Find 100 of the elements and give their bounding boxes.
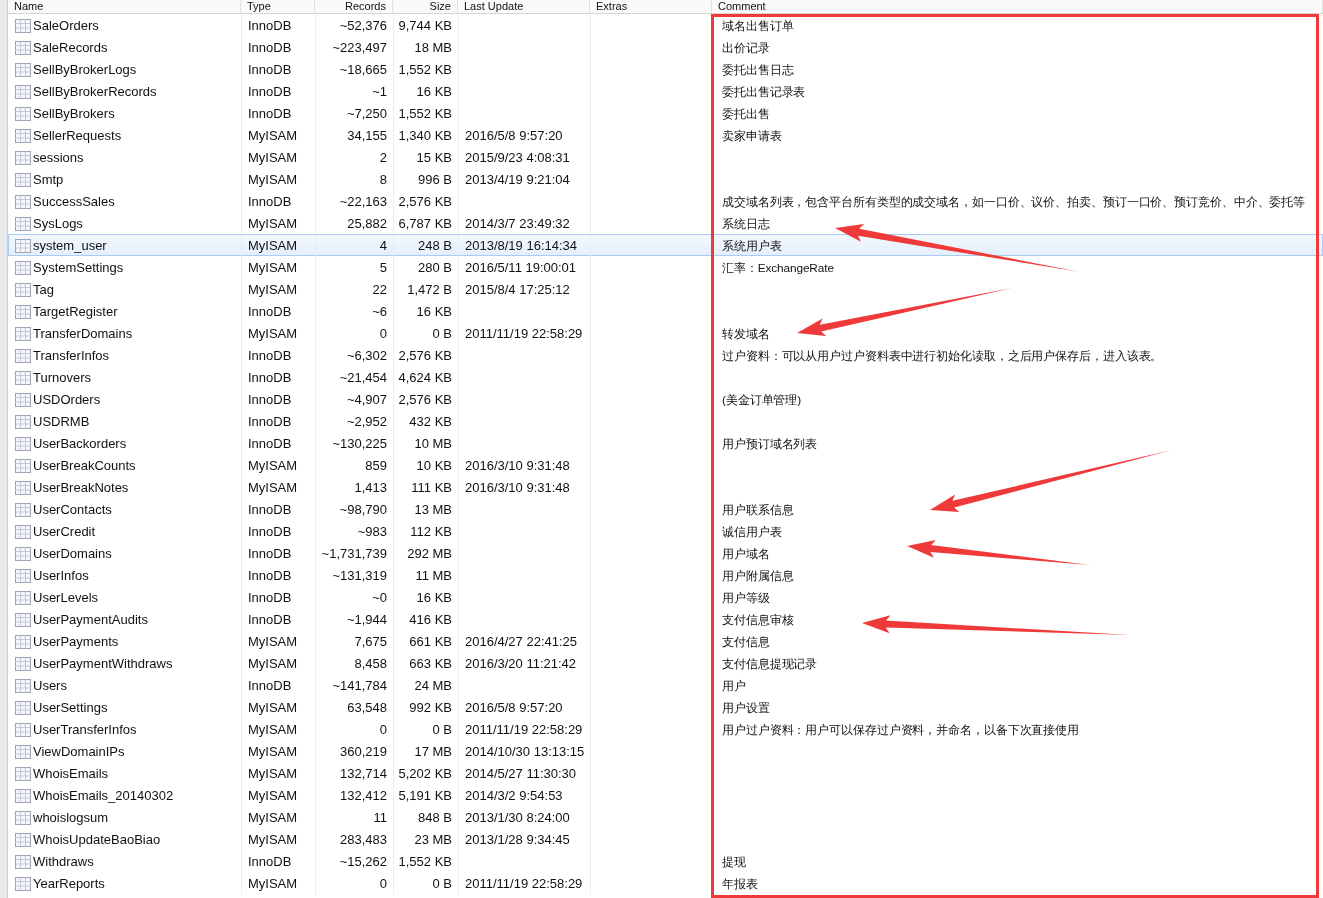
table-cell-text: 0 — [379, 721, 387, 739]
column-header[interactable]: Size — [393, 0, 458, 13]
table-grid-icon — [15, 789, 31, 803]
table-cell-text: 360,219 — [340, 743, 387, 761]
table-row[interactable]: UserCredit InnoDB ~983 112 KB 诚信用户表 — [8, 520, 1323, 542]
table-cell-text: 2011/11/19 22:58:29 — [465, 721, 583, 739]
table-row[interactable]: SystemSettings MyISAM 5 280 B 2016/5/11 19:00:01 汇率：ExchangeRate — [8, 256, 1323, 278]
table-cell-text: ~98,790 — [339, 501, 387, 519]
table-row[interactable]: UserSettings MyISAM 63,548 992 KB 2016/5/8 9:57:20 用户设置 — [8, 696, 1323, 718]
table-cell-text: MyISAM — [248, 875, 298, 893]
column-header[interactable]: Extras — [590, 0, 712, 13]
table-cell-text: 1,413 — [354, 479, 387, 497]
table-cell-text: ~130,225 — [332, 435, 387, 453]
column-header[interactable]: Records — [315, 0, 393, 13]
table-row[interactable]: UserLevels InnoDB ~0 16 KB 用户等级 — [8, 586, 1323, 608]
table-row[interactable]: UserTransferInfos MyISAM 0 0 B 2011/11/19 22:58:29 用户过户资料：用户可以保存过户资料，并命名，以备下次直接使用 — [8, 718, 1323, 740]
table-row[interactable]: YearReports MyISAM 0 0 B 2011/11/19 22:58:29 年报表 — [8, 872, 1323, 894]
table-cell-text: ~141,784 — [332, 677, 387, 695]
table-name: SellByBrokerLogs — [33, 61, 137, 79]
table-cell-text: 成交域名列表，包含平台所有类型的成交域名，如一口价、议价、拍卖、预订一口价、预订竞价、中介、委托等 — [722, 194, 1306, 211]
table-row[interactable]: UserInfos InnoDB ~131,319 11 MB 用户附属信息 — [8, 564, 1323, 586]
table-cell-text: 2016/3/10 9:31:48 — [465, 457, 570, 475]
column-header[interactable]: Name — [8, 0, 241, 13]
table-cell-text: InnoDB — [248, 39, 292, 57]
table-row[interactable]: USDRMB InnoDB ~2,952 432 KB — [8, 410, 1323, 432]
table-row[interactable]: UserDomains InnoDB ~1,731,739 292 MB 用户域名 — [8, 542, 1323, 564]
table-row[interactable]: UserBreakCounts MyISAM 859 10 KB 2016/3/10 9:31:48 — [8, 454, 1323, 476]
table-row[interactable]: WhoisUpdateBaoBiao MyISAM 283,483 23 MB 2013/1/28 9:34:45 — [8, 828, 1323, 850]
table-cell-text: ~21,454 — [339, 369, 387, 387]
table-grid-icon — [15, 745, 31, 759]
table-row[interactable]: UserPaymentAudits InnoDB ~1,944 416 KB 支付信息审核 — [8, 608, 1323, 630]
table-row[interactable]: whoislogsum MyISAM 11 848 B 2013/1/30 8:24:00 — [8, 806, 1323, 828]
table-name: sessions — [33, 149, 84, 167]
table-name: system_user — [33, 237, 107, 255]
table-row[interactable]: SellByBrokerRecords InnoDB ~1 16 KB 委托出售记录表 — [8, 80, 1323, 102]
table-row[interactable]: ViewDomainIPs MyISAM 360,219 17 MB 2014/10/30 13:13:15 — [8, 740, 1323, 762]
table-name: TransferInfos — [33, 347, 110, 365]
table-cell-text: 2 — [379, 149, 387, 167]
table-row[interactable]: Turnovers InnoDB ~21,454 4,624 KB — [8, 366, 1323, 388]
table-row[interactable]: Withdraws InnoDB ~15,262 1,552 KB 提现 — [8, 850, 1323, 872]
table-name: USDRMB — [33, 413, 90, 431]
table-cell-text: MyISAM — [248, 809, 298, 827]
table-cell-text: MyISAM — [248, 831, 298, 849]
table-cell-text: InnoDB — [248, 435, 292, 453]
table-cell-text: 11 MB — [415, 567, 452, 585]
table-row[interactable]: Users InnoDB ~141,784 24 MB 用户 — [8, 674, 1323, 696]
table-row[interactable]: UserContacts InnoDB ~98,790 13 MB 用户联系信息 — [8, 498, 1323, 520]
table-name: Users — [33, 677, 67, 695]
column-header[interactable]: Last Update — [458, 0, 590, 13]
table-row[interactable]: SellByBrokers InnoDB ~7,250 1,552 KB 委托出售 — [8, 102, 1323, 124]
table-row[interactable]: WhoisEmails_20140302 MyISAM 132,412 5,191 KB 2014/3/2 9:54:53 — [8, 784, 1323, 806]
table-name: UserCredit — [33, 523, 96, 541]
table-cell-text: 10 MB — [414, 435, 452, 453]
table-cell-text: 5 — [379, 259, 387, 277]
table-cell-text: 支付信息审核 — [722, 612, 794, 629]
table-row[interactable]: SaleRecords InnoDB ~223,497 18 MB 出价记录 — [8, 36, 1323, 58]
table-name: UserSettings — [33, 699, 108, 717]
table-row[interactable]: system_user MyISAM 4 248 B 2013/8/19 16:14:34 系统用户表 — [8, 234, 1323, 256]
table-name: UserDomains — [33, 545, 112, 563]
table-name: Withdraws — [33, 853, 94, 871]
table-row[interactable]: sessions MyISAM 2 15 KB 2015/9/23 4:08:31 — [8, 146, 1323, 168]
table-cell-text: 委托出售记录表 — [722, 84, 806, 101]
table-grid-icon — [15, 151, 31, 165]
table-grid-icon — [15, 349, 31, 363]
table-name: WhoisEmails_20140302 — [33, 787, 174, 805]
table-cell-text: 0 B — [432, 325, 452, 343]
column-header[interactable]: Type — [241, 0, 315, 13]
table-row[interactable]: Tag MyISAM 22 1,472 B 2015/8/4 17:25:12 — [8, 278, 1323, 300]
table-cell-text: 2016/5/11 19:00:01 — [465, 259, 577, 277]
table-cell-text: ~4,907 — [346, 391, 387, 409]
table-row[interactable]: UserPaymentWithdraws MyISAM 8,458 663 KB 2016/3/20 11:21:42 支付信息提现记录 — [8, 652, 1323, 674]
table-cell-text: ~223,497 — [332, 39, 387, 57]
table-cell-text: MyISAM — [248, 325, 298, 343]
table-row[interactable]: USDOrders InnoDB ~4,907 2,576 KB (美金订单管理) — [8, 388, 1323, 410]
table-row[interactable]: SuccessSales InnoDB ~22,163 2,576 KB 成交域名列表，包含平台所有类型的成交域名，如一口价、议价、拍卖、预订一口价、预订竞价、中介、委托等 — [8, 190, 1323, 212]
table-row[interactable]: TargetRegister InnoDB ~6 16 KB — [8, 300, 1323, 322]
table-cell-text: 23 MB — [414, 831, 452, 849]
table-cell-text: 16 KB — [416, 83, 452, 101]
table-grid-icon — [15, 393, 31, 407]
table-row[interactable]: SellByBrokerLogs InnoDB ~18,665 1,552 KB 委托出售日志 — [8, 58, 1323, 80]
table-cell-text: InnoDB — [248, 193, 292, 211]
table-row[interactable]: UserPayments MyISAM 7,675 661 KB 2016/4/27 22:41:25 支付信息 — [8, 630, 1323, 652]
table-cell-text: ~131,319 — [332, 567, 387, 585]
table-cell-text: 8 — [379, 171, 387, 189]
table-cell-text: 支付信息提现记录 — [722, 656, 818, 673]
table-row[interactable]: Smtp MyISAM 8 996 B 2013/4/19 9:21:04 — [8, 168, 1323, 190]
column-header[interactable]: Comment — [712, 0, 1323, 13]
table-row[interactable]: SellerRequests MyISAM 34,155 1,340 KB 2016/5/8 9:57:20 卖家申请表 — [8, 124, 1323, 146]
table-cell-text: 18 MB — [414, 39, 452, 57]
table-cell-text: 2014/10/30 13:13:15 — [465, 743, 585, 761]
table-cell-text: 用户等级 — [722, 590, 770, 607]
table-row[interactable]: TransferInfos InnoDB ~6,302 2,576 KB 过户资料：可以从用户过户资料表中进行初始化读取，之后用户保存后，进入该表。 — [8, 344, 1323, 366]
table-row[interactable]: SaleOrders InnoDB ~52,376 9,744 KB 域名出售订单 — [8, 14, 1323, 36]
table-row[interactable]: TransferDomains MyISAM 0 0 B 2011/11/19 22:58:29 转发域名 — [8, 322, 1323, 344]
table-cell-text: InnoDB — [248, 369, 292, 387]
table-row[interactable]: WhoisEmails MyISAM 132,714 5,202 KB 2014/5/27 11:30:30 — [8, 762, 1323, 784]
table-row[interactable]: UserBackorders InnoDB ~130,225 10 MB 用户预订域名列表 — [8, 432, 1323, 454]
table-cell-text: 2016/4/27 22:41:25 — [465, 633, 578, 651]
table-cell-text: 132,714 — [340, 765, 387, 783]
table-row[interactable]: UserBreakNotes MyISAM 1,413 111 KB 2016/3/10 9:31:48 — [8, 476, 1323, 498]
